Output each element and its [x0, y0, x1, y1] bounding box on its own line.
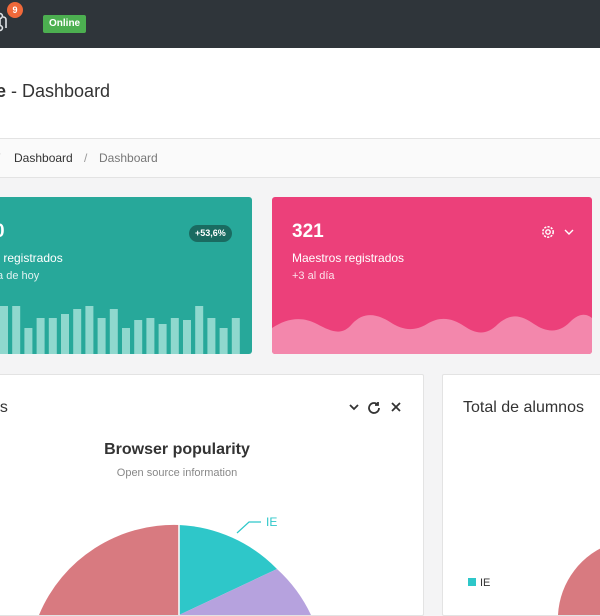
topbar: 9 Online [0, 0, 600, 48]
students-total-panel: Total de alumnos IE [442, 374, 600, 616]
spark-bar [195, 306, 203, 354]
ie-label-line [237, 522, 261, 533]
spark-bar [24, 328, 32, 354]
spark-bar [61, 314, 69, 354]
spark-bar [134, 320, 142, 354]
page-title-suffix: - Dashboard [6, 81, 110, 101]
breadcrumb-item-current: Dashboard [99, 139, 158, 177]
spark-bar [207, 318, 215, 354]
pie-slice-red [39, 525, 179, 615]
gear-icon[interactable] [540, 224, 556, 240]
notification-count-badge: 9 [7, 2, 23, 18]
spark-bar [49, 318, 57, 354]
teachers-stat-card: 321 Maestros registrados +3 al día [272, 197, 592, 354]
stat-sub: +3 al día [292, 270, 335, 282]
spark-bar [73, 309, 81, 354]
breadcrumb-item-dashboard[interactable]: Dashboard [14, 139, 73, 177]
students-pie-chart [443, 375, 600, 615]
sparkline-bars [0, 294, 252, 354]
breadcrumb: / Dashboard / Dashboard [0, 139, 600, 178]
ie-slice-label: IE [266, 515, 277, 529]
stat-sub: ía de hoy [0, 270, 39, 282]
spark-bar [122, 328, 130, 354]
legend-swatch [468, 578, 476, 586]
spark-bar [12, 306, 20, 354]
students-stat-card: 0 s registrados ía de hoy +53,6% [0, 197, 252, 354]
page-title: e - Dashboard [0, 81, 110, 102]
spark-bar [85, 306, 93, 354]
spark-bar [146, 318, 154, 354]
wave-chart [272, 306, 592, 354]
breadcrumb-separator: / [84, 139, 87, 177]
legend-label: IE [480, 577, 490, 589]
browser-chart-panel: as Browser popularity Open source inform… [0, 374, 424, 616]
stat-label: s registrados [0, 251, 63, 265]
spark-bar [159, 324, 167, 354]
spark-bar [37, 318, 45, 354]
spark-bar [98, 318, 106, 354]
spark-bar [183, 320, 191, 354]
spark-bar [0, 306, 8, 354]
status-badge: Online [43, 15, 86, 33]
browser-pie-chart: IE [0, 375, 423, 615]
stat-value: 321 [292, 221, 324, 243]
stat-value: 0 [0, 221, 5, 243]
spark-bar [232, 318, 240, 354]
page-header: e - Dashboard [0, 48, 600, 139]
stat-label: Maestros registrados [292, 251, 404, 265]
spark-bar [171, 318, 179, 354]
spark-bar [110, 309, 118, 354]
change-badge: +53,6% [189, 225, 232, 242]
legend-item-ie[interactable]: IE [468, 577, 490, 589]
chevron-down-icon[interactable] [564, 228, 574, 236]
spark-bar [220, 328, 228, 354]
